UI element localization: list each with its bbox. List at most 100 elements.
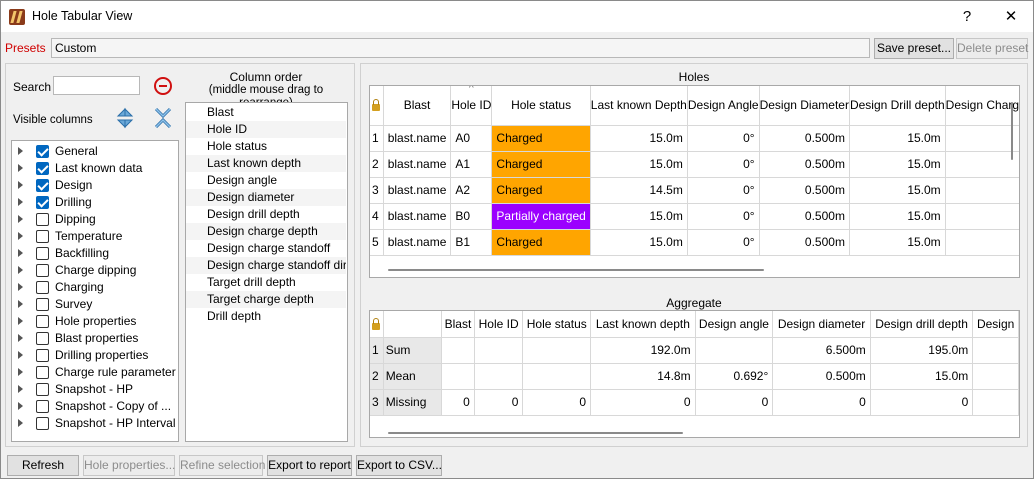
visible-column-item[interactable]: Design	[12, 177, 178, 194]
holes-column-header[interactable]: Design Drill depth	[849, 86, 946, 126]
aggregate-cell[interactable]: 0	[590, 389, 696, 416]
aggregate-cell[interactable]: 0.500m	[772, 363, 871, 390]
holes-cell-blast[interactable]: blast.name	[383, 125, 452, 152]
row-number[interactable]: 2	[370, 151, 384, 178]
holes-cell-charge[interactable]: 14.5m	[945, 203, 1019, 230]
holes-cell-charge[interactable]: 14.5m	[945, 177, 1019, 204]
holes-column-header[interactable]: Design Charge depth	[945, 86, 1019, 126]
aggregate-cell[interactable]: 0	[695, 389, 774, 416]
holes-cell-charge[interactable]: 14.5m	[945, 229, 1019, 256]
aggregate-cell[interactable]: 195.0m	[870, 337, 974, 364]
holes-column-header[interactable]: Last known Depth	[590, 86, 688, 126]
expand-arrow-icon[interactable]	[18, 351, 23, 359]
aggregate-row-number[interactable]: 2	[370, 363, 384, 390]
holes-cell-angle[interactable]: 0°	[687, 125, 760, 152]
aggregate-cell[interactable]	[972, 389, 1019, 416]
visible-column-checkbox[interactable]	[36, 145, 49, 158]
visible-column-checkbox[interactable]	[36, 230, 49, 243]
column-order-list[interactable]: Blast Hole ID Hole status Last known depth D…	[185, 102, 348, 442]
holes-cell-diam[interactable]: 0.500m	[759, 125, 850, 152]
holes-cell-id[interactable]: A1	[450, 151, 493, 178]
aggregate-cell[interactable]: 0	[870, 389, 974, 416]
expand-arrow-icon[interactable]	[18, 266, 23, 274]
holes-cell-diam[interactable]: 0.500m	[759, 203, 850, 230]
aggregate-column-header[interactable]: Design angle	[695, 311, 774, 338]
expand-all-icon[interactable]	[115, 107, 135, 129]
aggregate-row[interactable]: 3 Missing 0 0 0 0 0 0 0	[370, 389, 1019, 416]
holes-column-header[interactable]: Design Angle	[687, 86, 760, 126]
holes-cell-id[interactable]: B1	[450, 229, 493, 256]
column-order-item[interactable]: Hole status	[186, 138, 346, 155]
holes-cell-diam[interactable]: 0.500m	[759, 229, 850, 256]
visible-column-checkbox[interactable]	[36, 315, 49, 328]
aggregate-row-number[interactable]: 1	[370, 337, 384, 364]
visible-column-checkbox[interactable]	[36, 196, 49, 209]
expand-arrow-icon[interactable]	[18, 317, 23, 325]
refine-selection-button[interactable]: Refine selection	[179, 455, 265, 476]
visible-column-item[interactable]: Drilling properties	[12, 347, 178, 364]
column-order-item[interactable]: Target drill depth	[186, 274, 346, 291]
row-number[interactable]: 5	[370, 229, 384, 256]
save-preset-button[interactable]: Save preset...	[874, 38, 954, 59]
expand-arrow-icon[interactable]	[18, 215, 23, 223]
holes-cell-drill[interactable]: 15.0m	[849, 203, 946, 230]
holes-cell-blast[interactable]: blast.name	[383, 151, 452, 178]
holes-cell-status[interactable]: Charged	[491, 177, 591, 204]
aggregate-cell[interactable]: 6.500m	[772, 337, 871, 364]
aggregate-cell[interactable]: 0	[522, 389, 592, 416]
holes-cell-diam[interactable]: 0.500m	[759, 177, 850, 204]
holes-cell-drill[interactable]: 15.0m	[849, 125, 946, 152]
holes-column-header[interactable]: Hole status	[491, 86, 591, 126]
holes-cell-id[interactable]: A2	[450, 177, 493, 204]
holes-cell-id[interactable]: A0	[450, 125, 493, 152]
holes-table-row[interactable]: 2blast.nameA1Charged15.0m0°0.500m15.0m14…	[370, 151, 1019, 178]
aggregate-cell[interactable]	[522, 337, 592, 364]
aggregate-table[interactable]: Blast Hole ID Hole status Last known depth D…	[369, 310, 1020, 438]
holes-vertical-scrollbar[interactable]	[1011, 102, 1013, 160]
holes-cell-charge[interactable]: 14.5m	[945, 151, 1019, 178]
aggregate-row[interactable]: 2 Mean 14.8m 0.692° 0.500m 15.0m	[370, 363, 1019, 390]
expand-arrow-icon[interactable]	[18, 300, 23, 308]
holes-cell-status[interactable]: Charged	[491, 151, 591, 178]
holes-cell-status[interactable]: Partially charged	[491, 203, 591, 230]
aggregate-cell[interactable]	[695, 337, 774, 364]
visible-column-checkbox[interactable]	[36, 366, 49, 379]
aggregate-column-header[interactable]: Blast	[441, 311, 475, 338]
visible-column-checkbox[interactable]	[36, 332, 49, 345]
visible-column-checkbox[interactable]	[36, 349, 49, 362]
aggregate-row-number[interactable]: 3	[370, 389, 384, 416]
holes-cell-angle[interactable]: 0°	[687, 229, 760, 256]
close-button[interactable]: ✕	[997, 6, 1025, 28]
holes-cell-drill[interactable]: 15.0m	[849, 229, 946, 256]
row-header-corner[interactable]	[370, 86, 384, 126]
visible-column-checkbox[interactable]	[36, 179, 49, 192]
row-number[interactable]: 3	[370, 177, 384, 204]
holes-cell-depth[interactable]: 15.0m	[590, 203, 688, 230]
delete-preset-button[interactable]: Delete preset	[956, 38, 1028, 59]
visible-column-item[interactable]: Blast properties	[12, 330, 178, 347]
holes-cell-angle[interactable]: 0°	[687, 203, 760, 230]
expand-arrow-icon[interactable]	[18, 385, 23, 393]
aggregate-column-header[interactable]: Hole ID	[474, 311, 524, 338]
visible-column-checkbox[interactable]	[36, 264, 49, 277]
visible-column-item[interactable]: Snapshot - Copy of ...	[12, 398, 178, 415]
aggregate-cell[interactable]	[474, 337, 524, 364]
holes-table[interactable]: Blast ^ Hole ID Hole status Last known Depth…	[369, 85, 1020, 278]
aggregate-cell[interactable]: 0.692°	[695, 363, 774, 390]
export-to-csv-button[interactable]: Export to CSV...	[356, 455, 442, 476]
column-order-item[interactable]: Blast	[186, 104, 346, 121]
aggregate-column-header[interactable]: Design drill depth	[870, 311, 974, 338]
column-order-item[interactable]: Hole ID	[186, 121, 346, 138]
column-order-item[interactable]: Target charge depth	[186, 291, 346, 308]
holes-cell-id[interactable]: B0	[450, 203, 493, 230]
search-input[interactable]	[53, 76, 140, 95]
holes-table-row[interactable]: 3blast.nameA2Charged14.5m0°0.500m15.0m14…	[370, 177, 1019, 204]
visible-column-checkbox[interactable]	[36, 213, 49, 226]
aggregate-cell[interactable]	[474, 363, 524, 390]
aggregate-cell[interactable]: 0	[474, 389, 524, 416]
aggregate-column-header[interactable]: Hole status	[522, 311, 592, 338]
expand-arrow-icon[interactable]	[18, 249, 23, 257]
visible-column-checkbox[interactable]	[36, 162, 49, 175]
expand-arrow-icon[interactable]	[18, 283, 23, 291]
holes-cell-blast[interactable]: blast.name	[383, 177, 452, 204]
